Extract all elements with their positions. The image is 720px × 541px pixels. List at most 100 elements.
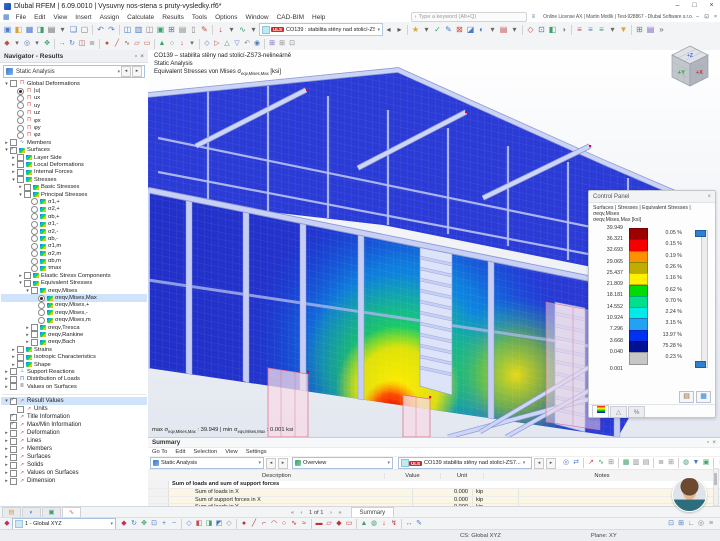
node-new[interactable]: ● [239, 519, 249, 529]
results-tree-item-internal-forces[interactable]: ▸ Internal Forces [1, 168, 147, 176]
expander-icon[interactable]: ▸ [3, 454, 10, 460]
next-page-button[interactable]: › [327, 510, 336, 516]
expander-icon[interactable]: ▾ [24, 288, 31, 294]
radio-button[interactable] [31, 257, 38, 265]
expander-icon[interactable]: ▸ [3, 384, 10, 390]
zoom-dropdown[interactable]: ▾ [32, 39, 42, 49]
settings-tool[interactable]: ▣ [701, 458, 711, 468]
display-tree-item-title-information[interactable]: ↗Title Information [1, 413, 147, 421]
results-tree-item-local-deformations[interactable]: ▸ Local Deformations [1, 161, 147, 169]
checkbox[interactable] [10, 413, 17, 421]
view-z[interactable]: ▽ [232, 39, 242, 49]
checkbox[interactable] [31, 331, 38, 339]
spline-new[interactable]: ∿ [289, 519, 299, 529]
load-case-combo[interactable]: ULS CO139 : stabilita stěny nad stolicí-… [259, 23, 383, 36]
expander-icon[interactable]: ▸ [3, 369, 10, 375]
summary-scrollbar[interactable] [713, 468, 719, 506]
panel-view[interactable]: ▯ [188, 24, 199, 35]
layers-tool[interactable]: ▤ [645, 24, 656, 35]
results-tree-item-b[interactable]: αb,+ [1, 213, 147, 221]
display-tree-item-deformation[interactable]: ▸ ↗ Deformation [1, 429, 147, 437]
radio-button[interactable] [17, 102, 24, 110]
numbering-lines[interactable]: ≡ [585, 24, 596, 35]
osnap-toggle[interactable]: ◎ [696, 519, 706, 529]
radio-button[interactable] [31, 235, 38, 243]
checkbox[interactable] [10, 437, 17, 445]
radio-button[interactable] [17, 117, 24, 125]
expander-icon[interactable]: ▸ [3, 430, 10, 436]
expander-icon[interactable]: ▸ [10, 162, 17, 168]
table-find[interactable]: ◎ [561, 458, 571, 468]
checkbox[interactable] [10, 421, 17, 429]
checkbox[interactable] [17, 154, 24, 162]
summary-table-row[interactable]: Sum of loads in X 0.000 kip [148, 489, 720, 497]
expander-icon[interactable]: ▾ [17, 192, 24, 198]
view-x[interactable]: ▷ [212, 39, 222, 49]
radio-button[interactable] [38, 294, 45, 302]
pan-hand[interactable]: ✥ [139, 519, 149, 529]
close-button[interactable]: × [703, 0, 720, 12]
radio-button[interactable] [31, 242, 38, 250]
results-tree-item-y[interactable]: Πφy [1, 124, 147, 132]
results-dropdown[interactable]: ▾ [248, 24, 259, 35]
nurbs-new[interactable]: ≈ [299, 519, 309, 529]
mirror-tool[interactable]: ◫ [77, 39, 87, 49]
radio-button[interactable] [31, 198, 38, 206]
solid-new[interactable]: ◆ [334, 519, 344, 529]
summary-menu-go-to[interactable]: Go To [148, 449, 171, 455]
results-tree-item-u[interactable]: Π |u| [1, 87, 147, 95]
prev-analysis-button[interactable]: ◂ [121, 66, 131, 77]
paste-block[interactable]: ▢ [79, 24, 90, 35]
menu-calculate[interactable]: Calculate [123, 14, 158, 21]
display-tree-item-values-on-surfaces[interactable]: ▸ ↗ Values on Surfaces [1, 469, 147, 477]
expander-icon[interactable]: ▸ [10, 362, 17, 368]
split-view[interactable]: ◫ [144, 24, 155, 35]
radio-button[interactable] [17, 87, 24, 95]
checkbox[interactable] [24, 279, 31, 287]
render-mode[interactable]: ◧ [547, 24, 558, 35]
checkbox[interactable] [31, 324, 38, 332]
expander-icon[interactable]: ▸ [3, 376, 10, 382]
numbering-surfaces[interactable]: ≡ [596, 24, 607, 35]
redo[interactable]: ↷ [106, 24, 117, 35]
open-model[interactable]: ◧ [13, 24, 24, 35]
results-tree-item-x[interactable]: Πφx [1, 117, 147, 125]
checkbox[interactable] [17, 168, 24, 176]
table-sync[interactable]: ⇄ [571, 458, 581, 468]
expander-icon[interactable]: ▸ [24, 325, 31, 331]
display-tree-item-dimension[interactable]: ▸ ↗ Dimension [1, 477, 147, 485]
favorites-dropdown[interactable]: ▾ [421, 24, 432, 35]
grid-settings[interactable]: ⊞ [277, 39, 287, 49]
prev-page-button[interactable]: ‹ [297, 510, 306, 516]
loads-display[interactable]: ↓ [215, 24, 226, 35]
summary-lc-next[interactable]: ▸ [546, 457, 556, 469]
snap-settings[interactable]: ⊡ [287, 39, 297, 49]
expander-icon[interactable]: ▸ [10, 155, 17, 161]
hinge-new[interactable]: ◍ [369, 519, 379, 529]
results-tree-item-isotropic-characteristics[interactable]: ▸ Isotropic Characteristics [1, 353, 147, 361]
measure-tool[interactable]: ✎ [199, 24, 210, 35]
visibility-modes[interactable]: ◐ [476, 24, 487, 35]
radio-button[interactable] [31, 250, 38, 258]
radio-button[interactable] [31, 264, 38, 272]
tree-view[interactable]: ≣ [656, 458, 666, 468]
report-dropdown[interactable]: ▾ [509, 24, 520, 35]
results-tree-item-uz[interactable]: Πuz [1, 109, 147, 117]
rotate-tool[interactable]: ↻ [67, 39, 77, 49]
results-tree-item-support-reactions[interactable]: ▸ ⊥ Support Reactions [1, 368, 147, 376]
results-tree-item-eqv-mises[interactable]: σeqv,Mises,- [1, 309, 147, 317]
snap-toggle[interactable]: ⊡ [666, 519, 676, 529]
expander-icon[interactable]: ▸ [3, 462, 10, 468]
checkbox[interactable] [10, 429, 17, 437]
expander-icon[interactable]: ▸ [3, 446, 10, 452]
menu-tools[interactable]: Tools [188, 14, 211, 21]
edit-values[interactable]: ✎ [443, 24, 454, 35]
generate-model[interactable]: ⊞ [634, 24, 645, 35]
checkbox[interactable] [10, 477, 17, 485]
results-tree-item-2-m[interactable]: σ2,m [1, 250, 147, 258]
menu-results[interactable]: Results [158, 14, 188, 21]
next-analysis-button[interactable]: ▸ [132, 66, 142, 77]
results-tree-item-2[interactable]: σ2,- [1, 228, 147, 235]
checkbox[interactable] [17, 353, 24, 361]
navigator-close-icon[interactable]: × [140, 53, 144, 60]
